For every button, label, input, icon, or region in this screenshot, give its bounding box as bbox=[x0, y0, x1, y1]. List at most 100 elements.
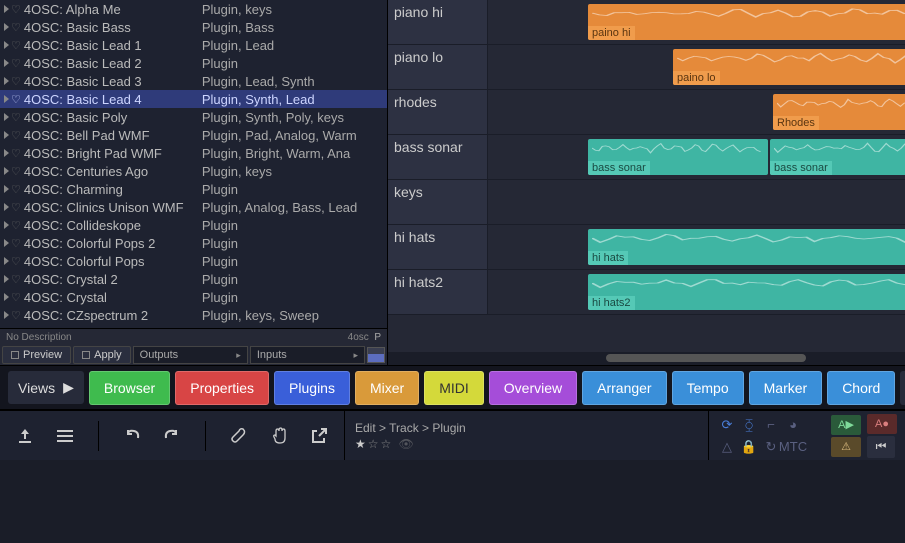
favorite-icon[interactable]: ♡ bbox=[11, 201, 21, 214]
preset-row[interactable]: ♡4OSC: CharmingPlugin bbox=[0, 180, 387, 198]
track-header[interactable]: bass sonar bbox=[388, 135, 488, 179]
track-lane[interactable]: paino lo bbox=[488, 45, 905, 89]
rewind-button[interactable]: ⏮ bbox=[867, 436, 895, 458]
track-header[interactable]: keys bbox=[388, 180, 488, 224]
loop-icon[interactable]: ⟳ bbox=[717, 415, 737, 435]
preset-row[interactable]: ♡4OSC: Basic Lead 4Plugin, Synth, Lead bbox=[0, 90, 387, 108]
outputs-select[interactable]: Outputs▸ bbox=[133, 346, 248, 364]
track-header[interactable]: rhodes bbox=[388, 90, 488, 134]
audio-clip[interactable]: bass sonar bbox=[770, 139, 905, 175]
audio-clip[interactable]: Rhodes bbox=[773, 94, 905, 130]
track-name: hi hats bbox=[394, 229, 435, 245]
preset-row[interactable]: ♡4OSC: Crystal 2Plugin bbox=[0, 270, 387, 288]
metronome-icon[interactable]: △ bbox=[717, 437, 737, 457]
add-tab-button[interactable]: + bbox=[900, 371, 905, 405]
palette-icon[interactable]: ◕ bbox=[783, 415, 803, 435]
track-lane[interactable]: bass sonarbass sonarbass sonar bbox=[488, 135, 905, 179]
favorite-icon[interactable]: ♡ bbox=[11, 255, 21, 268]
track-lane[interactable]: hi hats bbox=[488, 225, 905, 269]
preset-row[interactable]: ♡4OSC: Basic BassPlugin, Bass bbox=[0, 18, 387, 36]
tab-tempo[interactable]: Tempo bbox=[672, 371, 744, 405]
favorite-icon[interactable]: ♡ bbox=[11, 3, 21, 16]
preview-button[interactable]: Preview bbox=[2, 346, 71, 364]
apply-button[interactable]: Apply bbox=[73, 346, 131, 364]
preset-row[interactable]: ♡4OSC: Centuries AgoPlugin, keys bbox=[0, 162, 387, 180]
breadcrumb-path[interactable]: Edit > Track > Plugin bbox=[355, 421, 698, 435]
expand-icon bbox=[4, 221, 9, 229]
favorite-icon[interactable]: ♡ bbox=[11, 237, 21, 250]
tab-marker[interactable]: Marker bbox=[749, 371, 823, 405]
favorite-icon[interactable]: ♡ bbox=[11, 21, 21, 34]
mtc-label[interactable]: MTC bbox=[783, 437, 803, 457]
tab-chord[interactable]: Chord bbox=[827, 371, 895, 405]
views-button[interactable]: Views ▶ bbox=[8, 371, 84, 404]
horizontal-scrollbar[interactable] bbox=[388, 352, 905, 365]
tab-mixer[interactable]: Mixer bbox=[355, 371, 419, 405]
favorite-icon[interactable]: ♡ bbox=[11, 219, 21, 232]
menu-icon[interactable] bbox=[54, 425, 76, 447]
audio-clip[interactable]: paino lo bbox=[673, 49, 905, 85]
preset-list[interactable]: ♡4OSC: Alpha MePlugin, keys♡4OSC: Basic … bbox=[0, 0, 387, 328]
preset-row[interactable]: ♡4OSC: Colorful Pops 2Plugin bbox=[0, 234, 387, 252]
preset-row[interactable]: ♡4OSC: Alpha MePlugin, keys bbox=[0, 0, 387, 18]
audio-clip[interactable]: bass sonar bbox=[588, 139, 768, 175]
preset-row[interactable]: ♡4OSC: Colorful PopsPlugin bbox=[0, 252, 387, 270]
preset-row[interactable]: ♡4OSC: CZspectrum 2Plugin, keys, Sweep bbox=[0, 306, 387, 324]
favorite-icon[interactable]: ♡ bbox=[11, 111, 21, 124]
track-header[interactable]: hi hats bbox=[388, 225, 488, 269]
tab-plugins[interactable]: Plugins bbox=[274, 371, 350, 405]
preset-row[interactable]: ♡4OSC: Bell Pad WMFPlugin, Pad, Analog, … bbox=[0, 126, 387, 144]
audio-clip[interactable]: paino hi bbox=[588, 4, 905, 40]
favorite-icon[interactable]: ♡ bbox=[11, 93, 21, 106]
preset-row[interactable]: ♡4OSC: Bright Pad WMFPlugin, Bright, War… bbox=[0, 144, 387, 162]
preset-row[interactable]: ♡4OSC: Clinics Unison WMFPlugin, Analog,… bbox=[0, 198, 387, 216]
track-header[interactable]: piano lo bbox=[388, 45, 488, 89]
audio-clip[interactable]: hi hats2 bbox=[588, 274, 905, 310]
track-lane[interactable]: Rhodes bbox=[488, 90, 905, 134]
volume-slider[interactable] bbox=[367, 347, 385, 363]
tab-arranger[interactable]: Arranger bbox=[582, 371, 666, 405]
redo-icon[interactable] bbox=[161, 425, 183, 447]
track-lane[interactable] bbox=[488, 180, 905, 224]
lock-icon[interactable]: 🔒 bbox=[739, 437, 759, 457]
preset-row[interactable]: ♡4OSC: CrystalPlugin bbox=[0, 288, 387, 306]
tab-properties[interactable]: Properties bbox=[175, 371, 269, 405]
magnet-icon[interactable]: ⧲ bbox=[739, 415, 759, 435]
track-header[interactable]: piano hi bbox=[388, 0, 488, 44]
track-lane[interactable]: hi hats2 bbox=[488, 270, 905, 314]
hand-icon[interactable] bbox=[268, 425, 290, 447]
favorite-icon[interactable]: ♡ bbox=[11, 273, 21, 286]
inputs-select[interactable]: Inputs▸ bbox=[250, 346, 365, 364]
favorite-icon[interactable]: ♡ bbox=[11, 129, 21, 142]
tab-overview[interactable]: Overview bbox=[489, 371, 577, 405]
tab-midi[interactable]: MIDI bbox=[424, 371, 484, 405]
favorite-icon[interactable]: ♡ bbox=[11, 165, 21, 178]
badge-a[interactable]: A▶ bbox=[831, 415, 861, 435]
preset-row[interactable]: ♡4OSC: Basic Lead 3Plugin, Lead, Synth bbox=[0, 72, 387, 90]
bracket-icon[interactable]: ⌐ bbox=[761, 415, 781, 435]
rating-stars[interactable]: ★☆☆ 👁 bbox=[355, 437, 698, 451]
upload-icon[interactable] bbox=[14, 425, 36, 447]
badge-warning[interactable]: ⚠ bbox=[831, 437, 861, 457]
tab-browser[interactable]: Browser bbox=[89, 371, 170, 405]
favorite-icon[interactable]: ♡ bbox=[11, 75, 21, 88]
preset-tags: Plugin, Bright, Warm, Ana bbox=[202, 146, 383, 161]
track-header[interactable]: hi hats2 bbox=[388, 270, 488, 314]
share-icon[interactable] bbox=[308, 425, 330, 447]
track-lane[interactable]: paino hi bbox=[488, 0, 905, 44]
audio-clip[interactable]: hi hats bbox=[588, 229, 905, 265]
undo-icon[interactable] bbox=[121, 425, 143, 447]
preset-row[interactable]: ♡4OSC: Basic Lead 1Plugin, Lead bbox=[0, 36, 387, 54]
favorite-icon[interactable]: ♡ bbox=[11, 291, 21, 304]
wrench-icon[interactable] bbox=[228, 425, 250, 447]
preset-row[interactable]: ♡4OSC: Basic PolyPlugin, Synth, Poly, ke… bbox=[0, 108, 387, 126]
preset-row[interactable]: ♡4OSC: Basic Lead 2Plugin bbox=[0, 54, 387, 72]
expand-icon bbox=[4, 59, 9, 67]
favorite-icon[interactable]: ♡ bbox=[11, 57, 21, 70]
favorite-icon[interactable]: ♡ bbox=[11, 309, 21, 322]
favorite-icon[interactable]: ♡ bbox=[11, 147, 21, 160]
favorite-icon[interactable]: ♡ bbox=[11, 183, 21, 196]
badge-record[interactable]: A● bbox=[867, 414, 897, 434]
favorite-icon[interactable]: ♡ bbox=[11, 39, 21, 52]
preset-row[interactable]: ♡4OSC: CollideskopePlugin bbox=[0, 216, 387, 234]
